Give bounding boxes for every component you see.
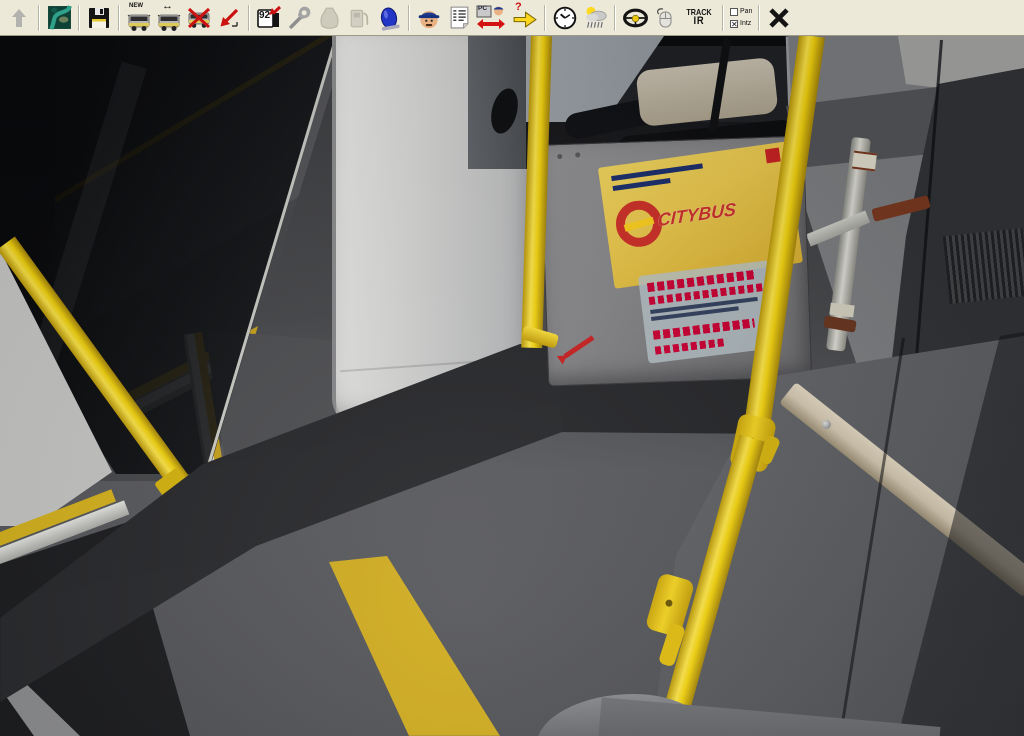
steering-settings-button[interactable] <box>621 4 649 32</box>
close-x-icon <box>767 6 791 30</box>
exit-button[interactable] <box>765 4 793 32</box>
checkbox-row-2[interactable]: ✕ Intz <box>730 19 752 29</box>
line-number-label: 92 <box>259 10 270 21</box>
clamp-hole <box>665 599 674 608</box>
main-menu-button[interactable] <box>5 4 33 32</box>
refuel-button[interactable] <box>345 4 373 32</box>
red-jump-arrow-icon <box>217 6 241 30</box>
mouse-control-button[interactable] <box>651 4 679 32</box>
separator <box>614 5 616 31</box>
separator <box>118 5 120 31</box>
map-button[interactable] <box>45 4 73 32</box>
mouse-icon <box>653 5 677 31</box>
separator <box>408 5 410 31</box>
jump-anywhere-button[interactable]: ? <box>509 4 539 32</box>
main-toolbar: NEW ↔ 92 <box>0 0 1024 36</box>
sticker-text-line <box>611 163 703 181</box>
change-vehicle-button[interactable]: ↔ <box>155 4 183 32</box>
floppy-disk-icon <box>87 6 111 30</box>
cab-tray <box>635 57 778 127</box>
money-bag-icon <box>317 5 342 30</box>
checkbox-1-label: Pan <box>740 8 752 15</box>
separator <box>38 5 40 31</box>
blue-beacon-icon <box>375 3 403 33</box>
fuel-pump-icon <box>347 5 372 30</box>
up-arrow-icon <box>7 6 31 30</box>
swap-arrows: ↔ <box>162 0 173 12</box>
label-red-text-row <box>653 318 755 339</box>
new-vehicle-button[interactable]: NEW <box>125 4 153 32</box>
separator <box>722 5 724 31</box>
driver-face-icon <box>416 5 442 31</box>
track-ir-button[interactable]: TRACK IR <box>684 4 715 32</box>
set-time-button[interactable] <box>551 4 579 32</box>
separator <box>758 5 760 31</box>
ai-control-button[interactable]: PC <box>475 4 507 32</box>
separator <box>248 5 250 31</box>
bus-delete-icon <box>186 6 212 30</box>
checkbox-1[interactable] <box>730 8 738 16</box>
timetable-button[interactable] <box>445 4 473 32</box>
new-badge: NEW <box>129 3 143 9</box>
steering-wheel-icon <box>622 6 649 30</box>
panel-screw <box>575 152 580 157</box>
pipe-collar <box>852 151 877 172</box>
separator <box>78 5 80 31</box>
save-situation-button[interactable] <box>85 4 113 32</box>
checkbox-2-label: Intz <box>740 20 751 27</box>
label-red-text-row <box>655 338 727 355</box>
checkbox-2[interactable]: ✕ <box>730 20 738 28</box>
clock-icon <box>552 5 578 31</box>
app-window: NEW ↔ 92 <box>0 0 1024 736</box>
panel-screw <box>557 154 562 159</box>
weather-icon <box>582 4 609 31</box>
remove-vehicle-button[interactable] <box>185 4 213 32</box>
door-bar-screw <box>822 420 831 429</box>
wrench-icon <box>287 5 312 30</box>
map-icon <box>47 5 72 30</box>
sticker-red-square <box>765 148 781 164</box>
bus-icon <box>156 10 182 32</box>
schedule-list-icon <box>447 5 472 30</box>
money-button[interactable] <box>315 4 343 32</box>
trackir-options: Pan ✕ Intz <box>730 7 752 29</box>
jump-to-vehicle-button[interactable] <box>215 4 243 32</box>
question-mark-label: ? <box>515 1 522 13</box>
trackir-label-bottom: IR <box>693 16 704 27</box>
grip-tape-step <box>943 228 1024 304</box>
driver-view-button[interactable] <box>415 4 443 32</box>
separator <box>544 5 546 31</box>
game-viewport[interactable]: CITYBUS <box>0 36 1024 736</box>
assign-line-button[interactable]: 92 <box>255 4 283 32</box>
bus-icon <box>126 10 152 32</box>
red-arrow-mark <box>563 335 594 358</box>
beacon-button[interactable] <box>375 4 403 32</box>
repair-button[interactable] <box>285 4 313 32</box>
checkbox-row-1[interactable]: Pan <box>730 7 752 17</box>
pc-label: PC <box>478 5 487 12</box>
sticker-text-line <box>613 178 671 191</box>
citybus-wordmark: CITYBUS <box>657 199 736 231</box>
set-weather-button[interactable] <box>581 4 609 32</box>
